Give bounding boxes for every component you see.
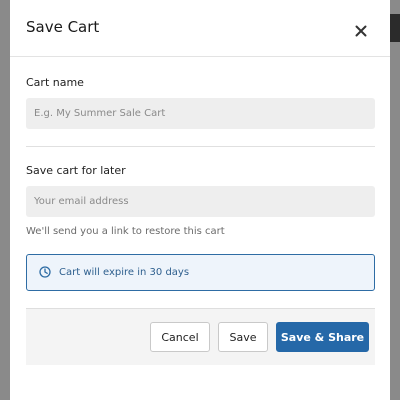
expiry-notice: Cart will expire in 30 days (26, 254, 375, 291)
cancel-button[interactable]: Cancel (150, 322, 210, 352)
save-cart-dialog: Save Cart Cart name Save cart for later … (10, 0, 390, 400)
save-button[interactable]: Save (218, 322, 268, 352)
save-and-share-button[interactable]: Save & Share (276, 322, 369, 352)
save-for-later-label: Save cart for later (26, 164, 126, 177)
dialog-footer: Cancel Save Save & Share (26, 308, 375, 365)
cart-name-label: Cart name (26, 76, 84, 89)
section-divider (26, 146, 375, 147)
close-icon (355, 25, 367, 36)
dialog-title: Save Cart (26, 18, 100, 36)
clock-icon (39, 266, 51, 278)
dialog-header: Save Cart (10, 0, 390, 57)
email-helper-text: We'll send you a link to restore this ca… (26, 226, 225, 237)
expiry-notice-text: Cart will expire in 30 days (59, 267, 190, 278)
email-input[interactable] (26, 186, 375, 217)
close-button[interactable] (348, 14, 374, 40)
cart-name-input[interactable] (26, 98, 375, 129)
